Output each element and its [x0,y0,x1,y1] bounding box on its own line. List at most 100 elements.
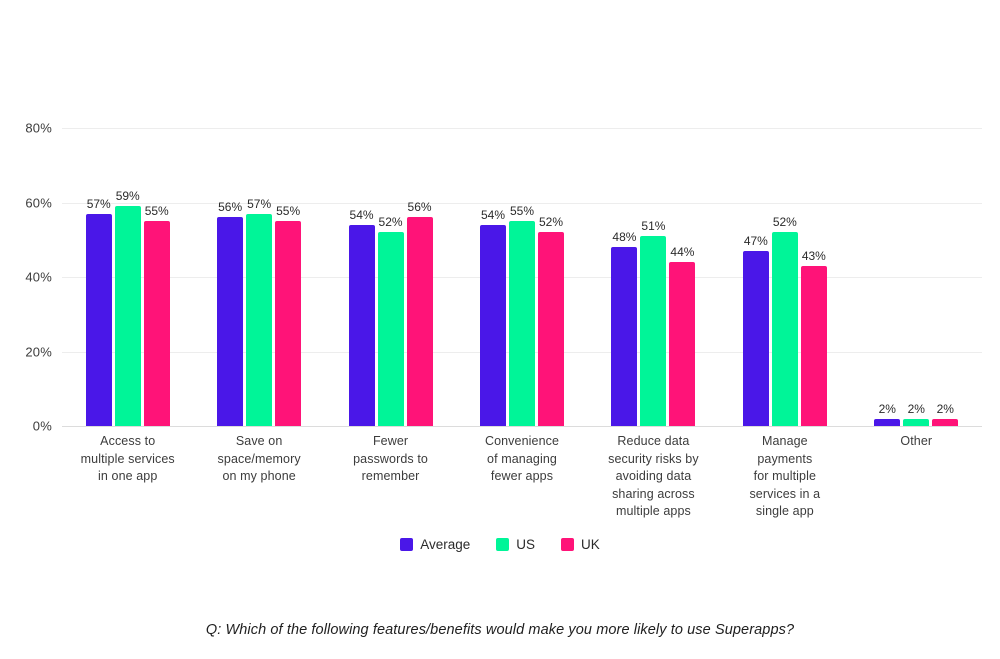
bar-slot: 2% [903,128,930,426]
bar-value-label: 52% [772,215,797,230]
y-axis-tick-label: 80% [25,120,52,136]
legend-swatch-icon [561,538,575,552]
bar-uk[interactable] [669,262,696,426]
bar-average[interactable] [742,250,769,426]
bar-value-label: 2% [907,401,925,416]
bar-group: 47% 52% 43% [719,128,850,426]
bar-value-label: 52% [538,215,563,230]
x-axis-category-label: Manage payments for multiple services in as… [749,434,821,518]
bar-value-label: 55% [509,204,534,219]
legend-swatch-icon [400,538,414,552]
bar-slot: 57% [246,128,273,426]
bar-average[interactable] [874,418,901,426]
bar-slot: 56% [406,128,433,426]
bar-value-label: 57% [86,196,111,211]
bar-group: 54% 52% 56% [325,128,456,426]
bar-slot: 2% [932,128,959,426]
y-axis-tick-label: 20% [25,344,52,359]
x-axis-category-label: Reduce data security risks by avoiding dat… [608,434,699,518]
bar-value-label: 2% [878,401,896,416]
bar-us[interactable] [508,221,535,426]
bar-group: 56% 57% 55% [193,128,324,426]
y-axis: 0% 20% 40% 60% 80% [0,122,52,433]
bar-group-bars: 57% 59% 55% [62,128,193,426]
bar-value-label: 47% [743,233,768,248]
bar-us[interactable] [771,232,798,426]
bar-uk[interactable] [143,221,170,426]
bar-uk[interactable] [800,265,827,426]
bar-average[interactable] [611,247,638,426]
legend-item-us[interactable]: US [496,538,535,552]
bar-value-label: 59% [115,189,140,204]
bar-group-bars: 47% 52% 43% [719,128,850,426]
bar-slot: 2% [874,128,901,426]
bar-slot: 59% [114,128,141,426]
bar-us[interactable] [903,418,930,426]
bar-value-label: 52% [378,215,403,230]
bar-uk[interactable] [275,221,302,426]
bar-group-bars: 56% 57% 55% [193,128,324,426]
legend-swatch-icon [496,538,510,552]
bar-us[interactable] [377,232,404,426]
y-axis-tick-label: 0% [32,418,52,434]
bar-uk[interactable] [932,418,959,426]
bar-group-bars: 2% 2% 2% [851,128,982,426]
bar-slot: 57% [85,128,112,426]
legend-label: Average [420,537,471,552]
bar-slot: 48% [611,128,638,426]
bar-group: 57% 59% 55% [62,128,193,426]
bar-value-label: 54% [349,207,374,222]
legend-item-average[interactable]: Average [400,538,470,552]
bar-slot: 51% [640,128,667,426]
bar-slot: 52% [537,128,564,426]
bar-average[interactable] [217,217,244,426]
bar-average[interactable] [348,224,375,426]
bar-us[interactable] [114,206,141,426]
bar-slot: 55% [143,128,170,426]
bar-average[interactable] [479,224,506,426]
bar-us[interactable] [640,236,667,426]
bar-uk[interactable] [406,217,433,426]
bar-slot: 54% [479,128,506,426]
bar-slot: 56% [217,128,244,426]
bar-group: 54% 55% 52% [456,128,587,426]
bar-group: 48% 51% 44% [588,128,719,426]
bar-us[interactable] [246,213,273,426]
y-axis-tick-label: 40% [25,269,52,285]
chart-caption: Q: Which of the following features/benef… [205,622,795,638]
x-axis-category-label: Access to multiple services in one app [80,434,175,483]
x-axis-category-label: Save on space/memory on my phone [217,434,301,483]
plot-area: 57% 59% 55% 56% 57% 55% 54% 52% 56% 54% 55% 52% 48% 5… [62,128,982,427]
bar-slot: 52% [771,128,798,426]
bar-value-label: 55% [144,204,169,219]
legend-item-uk[interactable]: UK [561,538,600,552]
bar-slot: 47% [742,128,769,426]
bar-value-label: 2% [936,401,954,416]
legend-label: UK [581,537,600,552]
grouped-bar-chart: 0% 20% 40% 60% 80% 57% 59% 55% 56% 57% 55% 54% 52% 5… [0,0,1000,659]
bar-slot: 55% [275,128,302,426]
x-axis-category-label: Fewer passwords to remember [353,434,428,483]
bar-slot: 43% [800,128,827,426]
bar-value-label: 56% [407,200,432,215]
bar-group-bars: 54% 55% 52% [456,128,587,426]
bar-uk[interactable] [537,232,564,426]
bar-value-label: 44% [670,245,695,260]
bar-slot: 54% [348,128,375,426]
bar-value-label: 48% [612,230,637,245]
bar-value-label: 55% [276,204,301,219]
bar-group-bars: 54% 52% 56% [325,128,456,426]
bar-group-bars: 48% 51% 44% [588,128,719,426]
gridline-0% [62,426,982,427]
legend-label: US [516,537,536,552]
y-axis-tick-label: 60% [25,195,52,210]
chart-legend: Average US UK [0,538,1000,552]
bar-slot: 44% [669,128,696,426]
bar-value-label: 57% [247,196,272,211]
x-axis-category-label: Other [900,434,933,448]
bar-value-label: 56% [218,200,243,215]
x-axis-category-label: Convenience of managing fewer apps [484,434,560,483]
bar-average[interactable] [85,213,112,426]
bar-slot: 55% [508,128,535,426]
bar-slot: 52% [377,128,404,426]
